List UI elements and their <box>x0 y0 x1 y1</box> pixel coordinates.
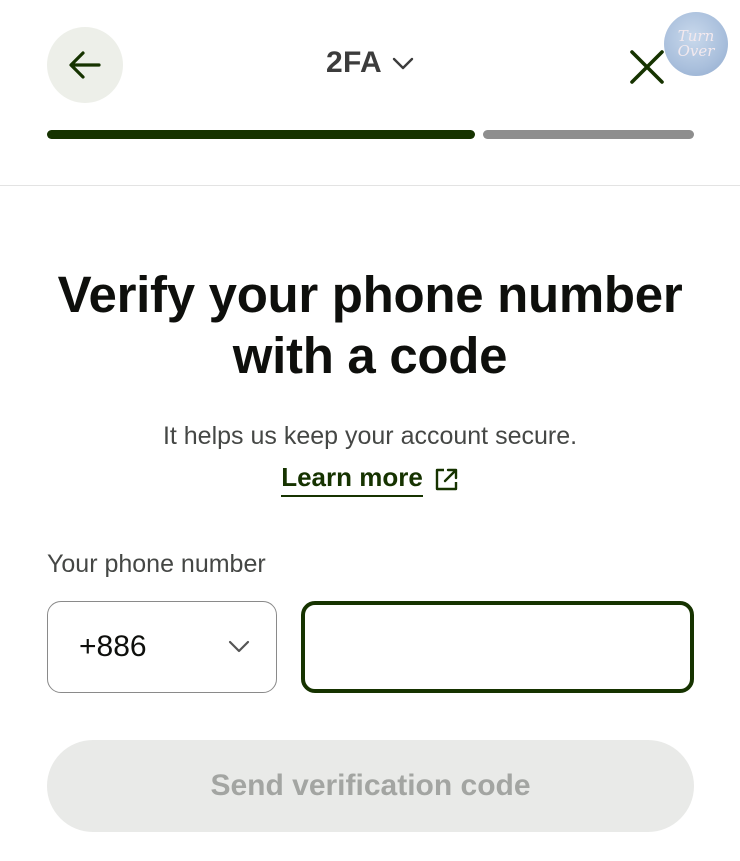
learn-more-link[interactable]: Learn more <box>281 462 423 497</box>
country-code-value: +886 <box>79 630 147 663</box>
progress-remaining <box>483 130 694 139</box>
badge-line2: Over <box>677 42 715 60</box>
header: 2FA Turn Over <box>0 0 740 186</box>
send-verification-code-button[interactable]: Send verification code <box>47 740 694 832</box>
page-title: 2FA <box>326 46 382 79</box>
phone-number-input[interactable] <box>301 601 694 693</box>
chevron-down-icon <box>228 640 250 653</box>
country-code-select[interactable]: +886 <box>47 601 277 693</box>
phone-label: Your phone number <box>47 550 266 578</box>
heading: Verify your phone number with a code <box>40 264 700 386</box>
heading-line-1: Verify your phone number <box>57 266 683 323</box>
watermark-badge: Turn Over <box>664 12 728 76</box>
chevron-down-icon <box>392 57 414 71</box>
progress-bar <box>47 130 694 139</box>
external-link-icon[interactable] <box>433 467 459 493</box>
learn-more-row: Learn more <box>0 462 740 497</box>
subtitle: It helps us keep your account secure. <box>162 422 578 450</box>
close-icon <box>630 50 664 84</box>
progress-completed <box>47 130 475 139</box>
heading-line-2: with a code <box>232 327 508 384</box>
